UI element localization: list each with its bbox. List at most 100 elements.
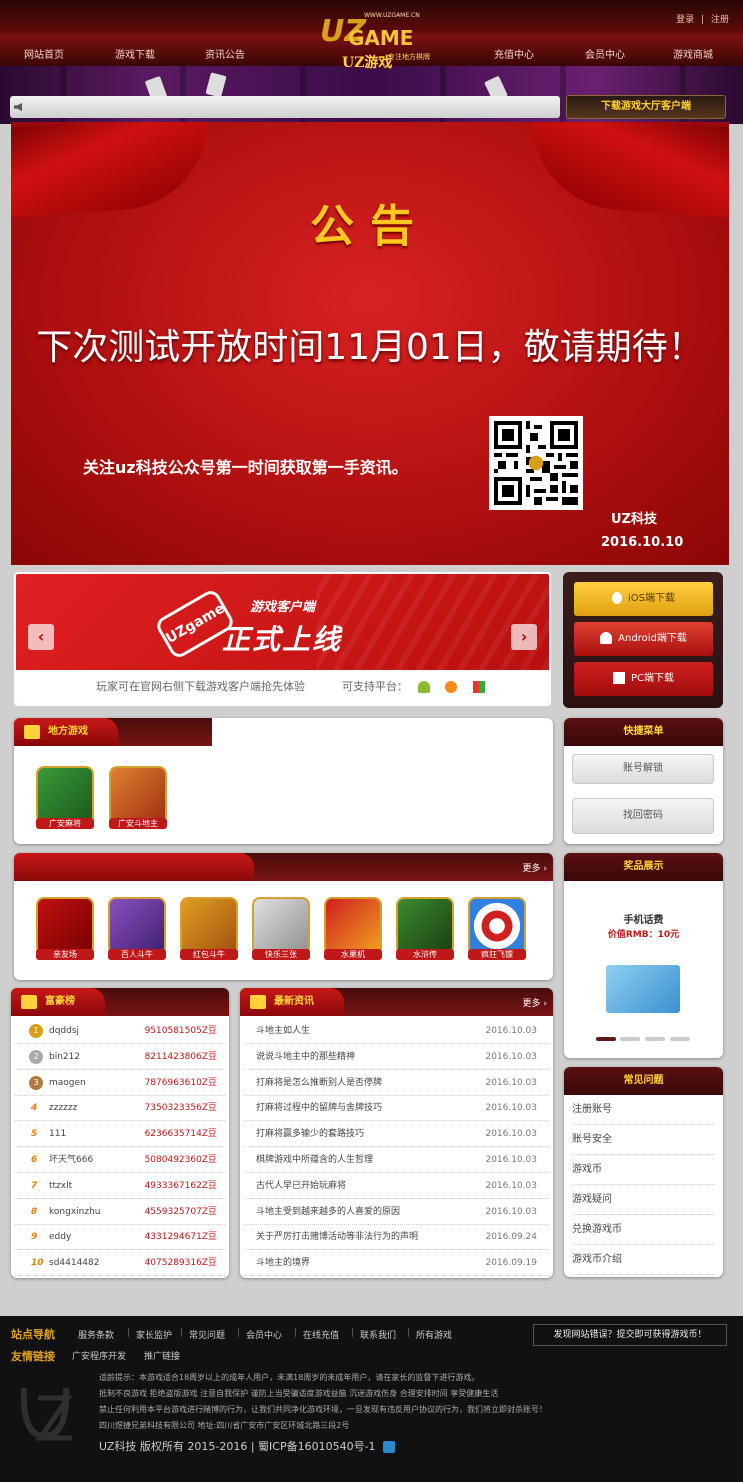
login-link[interactable]: 登录 [676, 15, 694, 25]
unlock-account-button[interactable]: 账号解锁 [572, 754, 714, 784]
prize-name: 手机话费 [623, 915, 664, 926]
slide-dot[interactable] [645, 1037, 665, 1041]
news-headline[interactable]: 斗地主如人生 [256, 1018, 310, 1044]
rank-number: 7 [31, 1180, 38, 1191]
more-news-link[interactable]: 更多 › [523, 996, 547, 1009]
player-score: 6236635714Z豆 [144, 1129, 217, 1140]
player-name: 111 [49, 1129, 67, 1140]
age-notice: 适龄提示：本游戏适合18周岁以上的成年人用户，未满18周岁的未成年用户，请在家长… [99, 1373, 480, 1382]
windows-icon [612, 672, 625, 684]
footer-link[interactable]: 在线充值 [303, 1328, 339, 1341]
game-tile[interactable]: 疯狂飞镖 [468, 897, 526, 960]
footer-divider: | [407, 1328, 411, 1338]
news-date: 2016.10.03 [485, 1129, 537, 1140]
faq-item[interactable]: 游戏币介绍 [572, 1245, 715, 1275]
news-item[interactable]: 棋牌游戏中所蕴含的人生哲理 2016.10.03 [244, 1147, 549, 1173]
game-tile[interactable]: 百人斗牛 [108, 897, 166, 960]
news-headline[interactable]: 说说斗地主中的那些精神 [256, 1044, 355, 1070]
faq-item[interactable]: 游戏疑问 [572, 1185, 715, 1215]
rank-number: 6 [31, 1155, 38, 1165]
news-item[interactable]: 打麻将过程中的留牌与舍牌技巧 2016.10.03 [244, 1095, 549, 1122]
player-score: 7876963610Z豆 [144, 1077, 217, 1088]
news-date: 2016.10.03 [485, 1051, 537, 1062]
ranking-row: 5 111 6236635714Z豆 [15, 1121, 225, 1148]
news-headline[interactable]: 斗地主的境界 [256, 1250, 310, 1276]
footer-link[interactable]: 联系我们 [360, 1328, 396, 1341]
faq-panel: 常见问题 注册账号 账号安全 游戏币 游戏疑问 兑换游戏币 游戏币介绍 [564, 1067, 723, 1277]
carousel-next-button[interactable]: › [511, 624, 537, 650]
trophy-icon [21, 995, 37, 1009]
ios-download-button[interactable]: iOS端下载 [574, 582, 713, 616]
game-tile[interactable]: 红包斗牛 [180, 897, 238, 960]
nav-member[interactable]: 会员中心 [565, 46, 645, 61]
faq-item[interactable]: 账号安全 [572, 1125, 715, 1155]
carousel-prev-button[interactable]: ‹ [28, 624, 54, 650]
footer-link[interactable]: 所有游戏 [416, 1328, 452, 1341]
news-item[interactable]: 说说斗地主中的那些精神 2016.10.03 [244, 1044, 549, 1070]
pc-download-button[interactable]: PC端下载 [574, 662, 713, 696]
dart-game-icon [468, 897, 526, 955]
news-item[interactable]: 古代人早已开始玩麻将 2016.10.03 [244, 1173, 549, 1199]
nav-home[interactable]: 网站首页 [4, 46, 84, 61]
notice-follow-text: 关注uz科技公众号第一时间获取第一手资讯。 [83, 458, 408, 477]
news-headline[interactable]: 打麻将赢多输少的套路技巧 [256, 1121, 364, 1147]
nav-recharge[interactable]: 充值中心 [474, 46, 554, 61]
news-headline[interactable]: 打麻将过程中的留牌与舍牌技巧 [256, 1095, 382, 1121]
slide-dot[interactable] [620, 1037, 640, 1041]
news-item[interactable]: 打麻将赢多输少的套路技巧 2016.10.03 [244, 1121, 549, 1148]
news-date: 2016.09.24 [485, 1232, 537, 1243]
news-date: 2016.10.03 [485, 1180, 537, 1191]
more-games-link[interactable]: 更多 › [523, 861, 547, 874]
game-tile[interactable]: 广安麻将 [36, 766, 94, 829]
promo-platforms: 可支持平台： [342, 678, 491, 694]
register-link[interactable]: 注册 [711, 15, 729, 25]
game-tile[interactable]: 水果机 [324, 897, 382, 960]
news-item[interactable]: 斗地主如人生 2016.10.03 [244, 1018, 549, 1044]
news-headline[interactable]: 棋牌游戏中所蕴含的人生哲理 [256, 1147, 373, 1173]
slide-dot[interactable] [670, 1037, 690, 1041]
bull-game-icon [108, 897, 166, 955]
nav-news[interactable]: 资讯公告 [185, 46, 265, 61]
news-item[interactable]: 斗地主受到越来越多的人喜爱的原因 2016.10.03 [244, 1199, 549, 1225]
landlord-game-icon [109, 766, 167, 824]
uz-logo-watermark-icon [16, 1378, 76, 1450]
game-tile[interactable]: 水浒传 [396, 897, 454, 960]
news-headline[interactable]: 关于严厉打击赌博活动等非法行为的声明 [256, 1224, 418, 1250]
game-tile[interactable]: 亲友场 [36, 897, 94, 960]
faq-item[interactable]: 注册账号 [572, 1095, 715, 1125]
notice-date: 2016.10.10 [601, 535, 684, 550]
footer-link[interactable]: 常见问题 [189, 1328, 225, 1341]
news-headline[interactable]: 斗地主受到越来越多的人喜爱的原因 [256, 1199, 400, 1225]
apple-icon [445, 681, 457, 693]
footer-divider: | [180, 1328, 184, 1338]
recover-password-button[interactable]: 找回密码 [572, 798, 714, 834]
news-item[interactable]: 打麻将是怎么推断别人是否停牌 2016.10.03 [244, 1070, 549, 1096]
slide-dot[interactable] [596, 1037, 616, 1041]
footer-link[interactable]: 服务条款 [78, 1328, 114, 1341]
android-download-button[interactable]: Android端下载 [574, 622, 713, 656]
poker-game-icon [36, 897, 94, 955]
rank-number: 10 [31, 1258, 44, 1269]
friend-link[interactable]: 广安程序开发 [72, 1349, 126, 1362]
news-item[interactable]: 斗地主的境界 2016.09.19 [244, 1250, 549, 1277]
faq-item[interactable]: 游戏币 [572, 1155, 715, 1185]
download-client-banner[interactable]: 下载游戏大厅客户端 [566, 95, 726, 119]
ranking-title: 富豪榜 [45, 996, 75, 1007]
download-panel: iOS端下载 Android端下载 PC端下载 [563, 572, 723, 708]
site-logo[interactable]: WWW.UZGAME.CN UZ GAME UZ游戏 专注地方棋牌 [312, 2, 436, 76]
footer-link[interactable]: 会员中心 [246, 1328, 282, 1341]
game-tile[interactable]: 广安斗地主 [109, 766, 167, 829]
news-date: 2016.10.03 [485, 1103, 537, 1114]
news-item[interactable]: 关于严厉打击赌博活动等非法行为的声明 2016.09.24 [244, 1224, 549, 1251]
rank-medal-icon: 2 [29, 1049, 43, 1064]
nav-game-download[interactable]: 游戏下载 [95, 46, 175, 61]
footer-link[interactable]: 家长监护 [136, 1328, 172, 1341]
faq-item[interactable]: 兑换游戏币 [572, 1215, 715, 1245]
player-name: sd4414482 [49, 1258, 100, 1269]
nav-shop[interactable]: 游戏商城 [653, 46, 733, 61]
report-error-button[interactable]: 发现网站错误？提交即可获得游戏币！ [533, 1324, 727, 1346]
friend-link[interactable]: 推广链接 [144, 1349, 180, 1362]
game-tile[interactable]: 快乐三张 [252, 897, 310, 960]
news-headline[interactable]: 打麻将是怎么推断别人是否停牌 [256, 1070, 382, 1096]
news-headline[interactable]: 古代人早已开始玩麻将 [256, 1173, 346, 1199]
